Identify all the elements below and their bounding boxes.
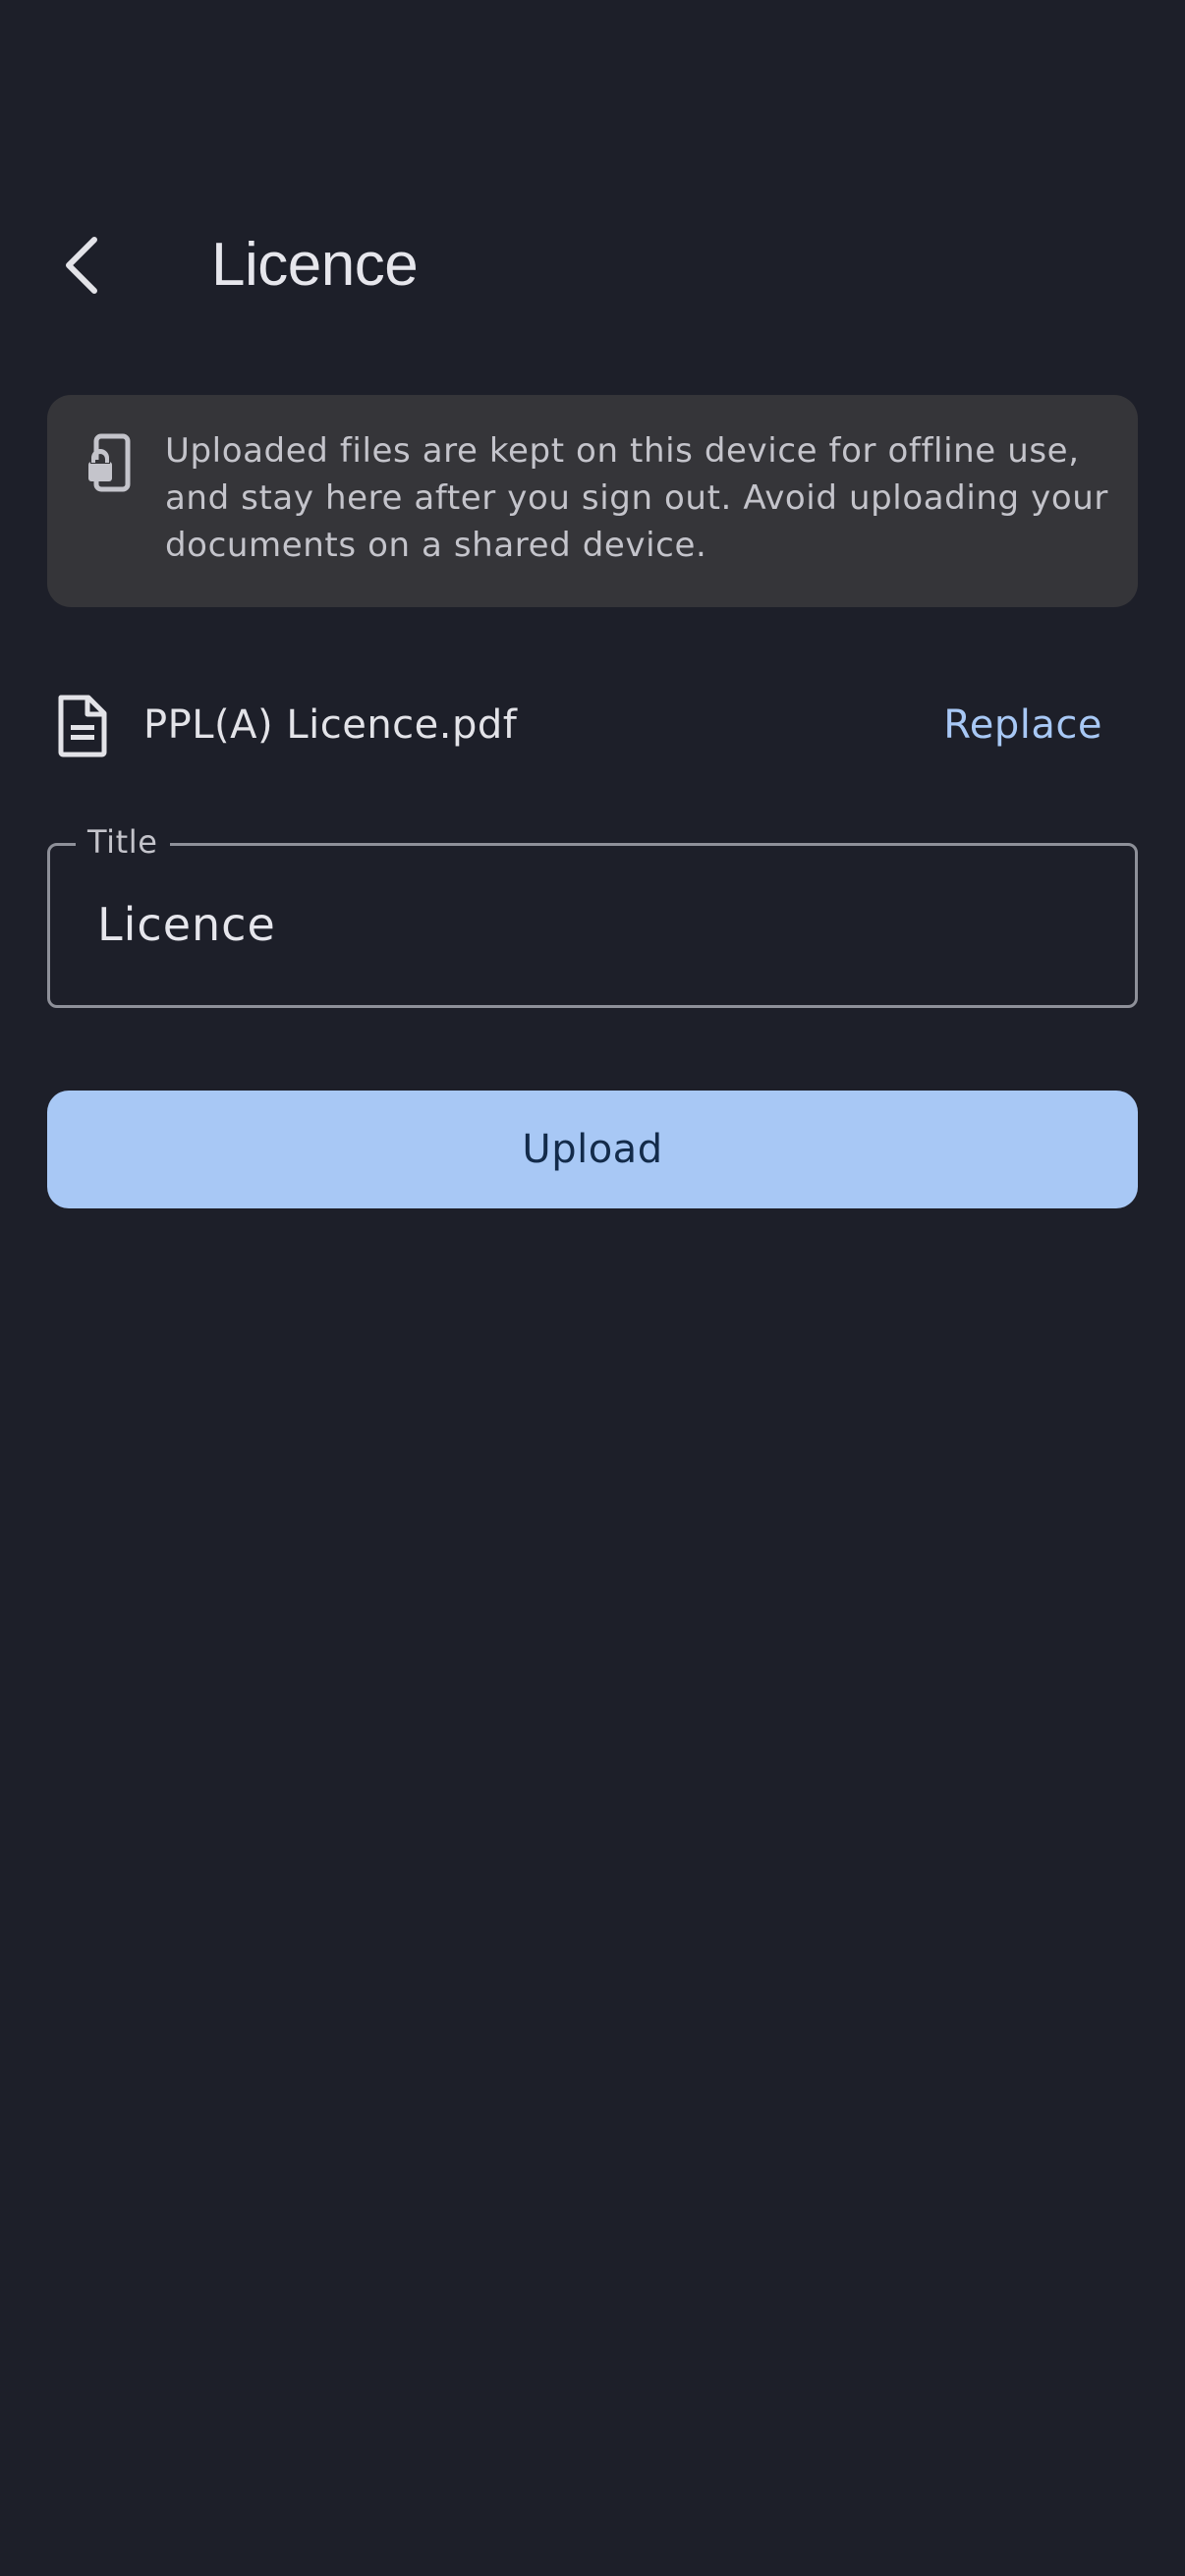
upload-button-label: Upload xyxy=(522,1127,663,1172)
top-app-bar: Licence xyxy=(0,206,1185,324)
back-button[interactable] xyxy=(43,226,122,305)
banner-text: Uploaded files are kept on this device f… xyxy=(165,431,1108,565)
title-input[interactable]: Licence xyxy=(97,895,276,954)
file-name: PPL(A) Licence.pdf xyxy=(143,702,518,748)
chevron-left-icon xyxy=(66,237,97,294)
selected-file-row: PPL(A) Licence.pdf Replace xyxy=(47,680,1138,770)
licence-screen: Licence Uploaded files are kept on this … xyxy=(0,0,1185,2576)
title-field[interactable]: Title Licence xyxy=(47,820,1138,1008)
page-title: Licence xyxy=(211,231,419,299)
title-field-label: Title xyxy=(76,820,170,864)
replace-button[interactable]: Replace xyxy=(943,680,1102,770)
phone-lock-icon xyxy=(88,433,131,492)
document-icon xyxy=(58,695,107,757)
upload-button[interactable]: Upload xyxy=(47,1091,1138,1208)
offline-storage-banner: Uploaded files are kept on this device f… xyxy=(47,395,1138,607)
